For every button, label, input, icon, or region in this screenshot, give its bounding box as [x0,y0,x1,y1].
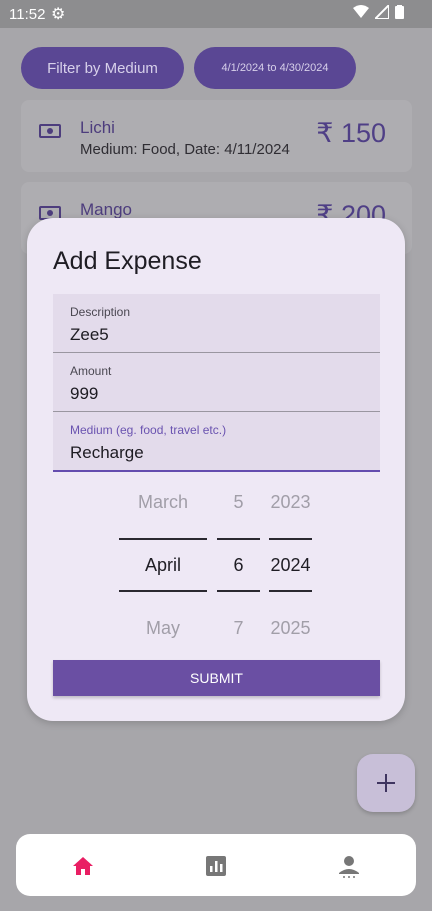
money-icon [39,124,61,138]
battery-icon [395,5,404,19]
amount-field[interactable]: Amount 999 [53,353,380,412]
expense-amount: ₹ 150 [316,118,386,148]
nav-home[interactable] [67,852,99,880]
home-icon [73,857,93,875]
month-prev[interactable]: March [119,492,207,513]
status-bar: 11:52 ⚙ [0,0,432,28]
year-current[interactable]: 2024 [269,555,312,576]
filter-by-medium-button[interactable]: Filter by Medium [21,47,184,89]
status-time: 11:52 [9,6,46,23]
expense-title: Mango [80,200,132,219]
expense-subtitle: Medium: Food, Date: 4/11/2024 [80,141,290,158]
medium-label: Medium (eg. food, travel etc.) [70,423,227,437]
year-next[interactable]: 2025 [269,618,312,639]
month-selection-top [119,538,207,540]
submit-label: SUBMIT [190,670,243,686]
person-icon [339,856,359,878]
day-prev[interactable]: 5 [217,492,260,513]
description-value: Zee5 [70,325,109,344]
system-icons [353,5,404,19]
add-expense-fab[interactable] [357,754,415,812]
expense-title: Lichi [80,118,115,137]
year-selection-bottom [269,590,312,592]
amount-label: Amount [70,364,112,378]
day-selection-bottom [217,590,260,592]
wifi-icon [353,5,369,18]
description-label: Description [70,305,131,319]
year-selection-top [269,538,312,540]
signal-icon [375,5,389,19]
day-current[interactable]: 6 [217,555,260,576]
date-range-label: 4/1/2024 to 4/30/2024 [221,62,329,74]
month-next[interactable]: May [119,618,207,639]
medium-value: Recharge [70,443,144,462]
nav-profile[interactable] [333,852,365,880]
day-selection-top [217,538,260,540]
submit-button[interactable]: SUBMIT [53,660,380,696]
expense-card[interactable]: Lichi Medium: Food, Date: 4/11/2024 ₹ 15… [21,100,412,172]
chart-icon [206,856,226,876]
amount-value: 999 [70,384,99,403]
month-selection-bottom [119,590,207,592]
month-picker[interactable]: March April May [119,480,207,640]
day-picker[interactable]: 5 6 7 [217,480,260,640]
description-field[interactable]: Description Zee5 [53,294,380,353]
medium-field[interactable]: Medium (eg. food, travel etc.) Recharge [53,412,380,472]
date-range-button[interactable]: 4/1/2024 to 4/30/2024 [194,47,356,89]
month-current[interactable]: April [119,555,207,576]
filter-by-medium-label: Filter by Medium [47,59,158,77]
plus-icon [377,774,395,792]
year-picker[interactable]: 2023 2024 2025 [269,480,312,640]
add-expense-dialog: Add Expense Description Zee5 Amount 999 … [27,218,405,721]
nav-stats[interactable] [200,852,232,880]
settings-icon: ⚙ [51,6,66,23]
bottom-navigation [16,834,416,896]
dialog-title: Add Expense [53,247,202,275]
year-prev[interactable]: 2023 [269,492,312,513]
day-next[interactable]: 7 [217,618,260,639]
